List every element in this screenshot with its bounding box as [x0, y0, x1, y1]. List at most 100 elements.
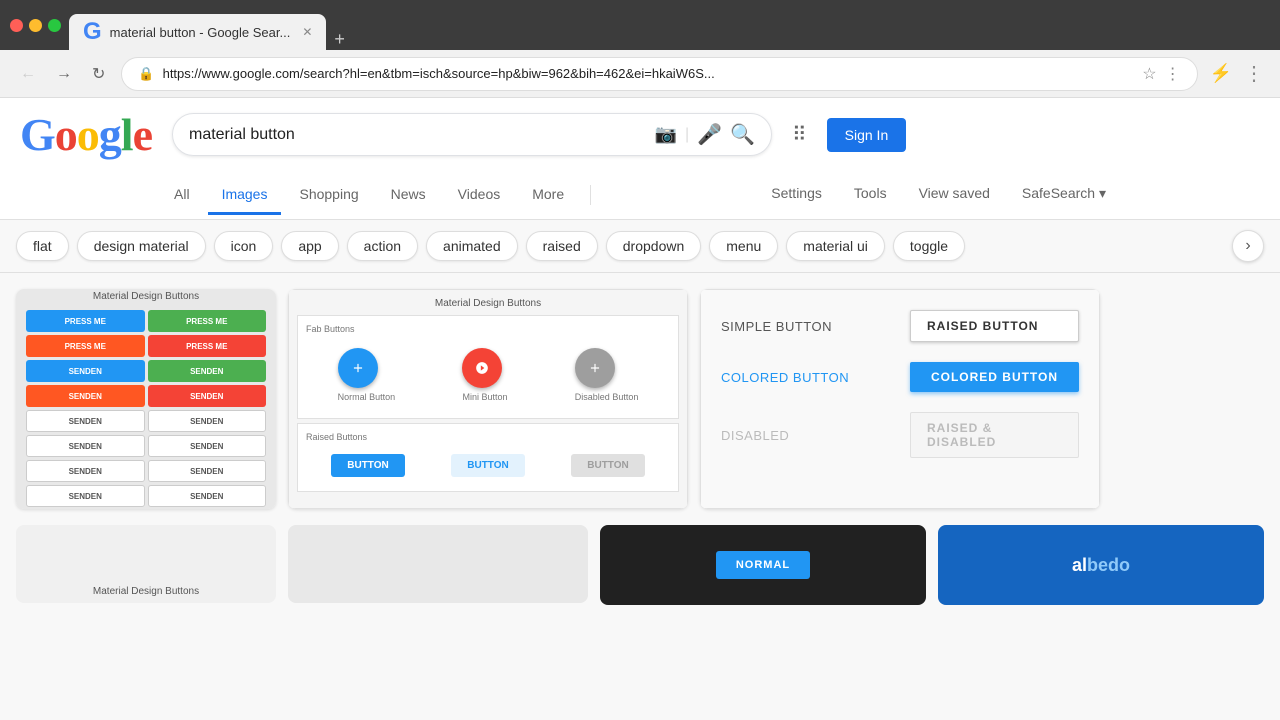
- active-tab[interactable]: G material button - Google Sear... ✕: [69, 14, 326, 50]
- card1-content: Material Design Buttons PRESS ME PRESS M…: [26, 291, 266, 507]
- filter-dropdown[interactable]: dropdown: [606, 231, 702, 261]
- image-card-2[interactable]: Material Design Buttons Fab Buttons Norm…: [288, 289, 688, 509]
- tab-images[interactable]: Images: [208, 176, 282, 215]
- card3-image: SIMPLE BUTTON RAISED BUTTON COLORED BUTT…: [700, 289, 1100, 509]
- filter-icon[interactable]: icon: [214, 231, 274, 261]
- logo-e: e: [133, 109, 152, 160]
- tab-settings[interactable]: Settings: [757, 175, 836, 215]
- bottom-card1-label: Material Design Buttons: [93, 586, 199, 597]
- card1-title: Material Design Buttons: [26, 291, 266, 302]
- image-card-3[interactable]: SIMPLE BUTTON RAISED BUTTON COLORED BUTT…: [700, 289, 1100, 509]
- logo-g: G: [20, 109, 55, 160]
- filter-material-ui[interactable]: material ui: [786, 231, 885, 261]
- fab-title: Fab Buttons: [306, 324, 670, 334]
- address-bar: ← → ↻ 🔒 https://www.google.com/search?hl…: [0, 50, 1280, 98]
- search-icons: 📷 | 🎤 🔍: [655, 122, 755, 147]
- albedo-text-b: bedo: [1087, 555, 1130, 575]
- tab-all[interactable]: All: [160, 176, 204, 215]
- tab-videos[interactable]: Videos: [444, 176, 515, 215]
- divider: |: [685, 126, 689, 144]
- filter-bar: flat design material icon app action ani…: [0, 220, 1280, 273]
- nav-tabs: All Images Shopping News Videos More Set…: [0, 171, 1280, 220]
- nav-right: Settings Tools View saved SafeSearch ▾: [757, 175, 1120, 215]
- fab-item-red: Mini Button: [462, 348, 507, 402]
- back-button[interactable]: ←: [16, 61, 40, 87]
- fab-btn-blue: [338, 348, 378, 388]
- nav-divider: [590, 185, 591, 205]
- tab-view-saved[interactable]: View saved: [905, 175, 1004, 215]
- raised-row: BUTTON BUTTON BUTTON: [306, 448, 670, 483]
- mdb-btn-outline-5: SENDEN: [26, 460, 145, 482]
- google-top-bar: Google 📷 | 🎤 🔍 ⠿ Sign In: [0, 98, 1280, 171]
- tab-news[interactable]: News: [377, 176, 440, 215]
- extensions-icon[interactable]: ⚡: [1210, 63, 1232, 84]
- simple-button-label: SIMPLE BUTTON: [721, 319, 890, 334]
- fab-label-normal: Normal Button: [338, 392, 396, 402]
- search-box[interactable]: 📷 | 🎤 🔍: [172, 113, 772, 156]
- filter-raised[interactable]: raised: [526, 231, 598, 261]
- google-apps-icon[interactable]: ⠿: [792, 122, 807, 147]
- maximize-button[interactable]: [48, 19, 61, 32]
- albedo-logo: albedo: [1064, 547, 1138, 584]
- close-button[interactable]: [10, 19, 23, 32]
- filter-animated[interactable]: animated: [426, 231, 518, 261]
- colored-button[interactable]: COLORED BUTTON: [910, 362, 1079, 392]
- filter-flat[interactable]: flat: [16, 231, 69, 261]
- filter-next-button[interactable]: ›: [1232, 230, 1264, 262]
- mdb-btn-outline-6: SENDEN: [148, 460, 267, 482]
- reload-button[interactable]: ↻: [88, 60, 109, 88]
- card2-title: Material Design Buttons: [297, 298, 679, 309]
- mat-demo-grid: SIMPLE BUTTON RAISED BUTTON COLORED BUTT…: [701, 290, 1099, 478]
- raised-disabled-button: RAISED & DISABLED: [910, 412, 1079, 458]
- bottom-row: Material Design Buttons NORMAL albedo: [0, 525, 1280, 621]
- image-grid: Material Design Buttons PRESS ME PRESS M…: [0, 273, 1280, 525]
- card1-button-grid: PRESS ME PRESS ME PRESS ME PRESS ME SEND…: [26, 310, 266, 507]
- tab-more[interactable]: More: [518, 176, 578, 215]
- mdb-btn-senden-blue: SENDEN: [26, 360, 145, 382]
- star-icon[interactable]: ☆: [1142, 64, 1156, 84]
- fab-item-blue: Normal Button: [338, 348, 396, 402]
- sign-in-button[interactable]: Sign In: [827, 118, 907, 152]
- filter-app[interactable]: app: [281, 231, 338, 261]
- mdb-btn-press-orange: PRESS ME: [26, 335, 145, 357]
- tab-shopping[interactable]: Shopping: [285, 176, 372, 215]
- mdb-btn-outline-7: SENDEN: [26, 485, 145, 507]
- mdb-btn-press-red: PRESS ME: [148, 335, 267, 357]
- search-submit-icon[interactable]: 🔍: [730, 122, 755, 147]
- fab-btn-red: [462, 348, 502, 388]
- mdb-btn-outline-2: SENDEN: [148, 410, 267, 432]
- tab-tools[interactable]: Tools: [840, 175, 901, 215]
- menu-icon[interactable]: ⋮: [1244, 61, 1264, 86]
- search-box-wrapper: 📷 | 🎤 🔍: [172, 113, 772, 156]
- camera-icon[interactable]: 📷: [655, 124, 677, 145]
- fab-row: Normal Button Mini Button Disabled Butto…: [306, 340, 670, 410]
- image-card-1[interactable]: Material Design Buttons PRESS ME PRESS M…: [16, 289, 276, 509]
- mdb-btn-senden-orange: SENDEN: [26, 385, 145, 407]
- raised-section: Raised Buttons BUTTON BUTTON BUTTON: [297, 423, 679, 492]
- custom-tabs-icon[interactable]: ⋮: [1165, 64, 1181, 84]
- mdb-btn-outline-4: SENDEN: [148, 435, 267, 457]
- tab-safesearch[interactable]: SafeSearch ▾: [1008, 175, 1120, 215]
- mic-icon[interactable]: 🎤: [697, 122, 722, 147]
- search-input[interactable]: [189, 126, 645, 144]
- logo-g2: g: [99, 109, 121, 160]
- filter-action[interactable]: action: [347, 231, 418, 261]
- filter-toggle[interactable]: toggle: [893, 231, 965, 261]
- fab-label-disabled: Disabled Button: [575, 392, 639, 402]
- bottom-card-placeholder: Material Design Buttons: [16, 525, 276, 603]
- lock-icon: 🔒: [138, 66, 154, 82]
- filter-menu[interactable]: menu: [709, 231, 778, 261]
- colored-button-text: COLORED BUTTON: [721, 370, 890, 385]
- bottom-card-blue[interactable]: albedo: [938, 525, 1264, 605]
- tab-close-button[interactable]: ✕: [302, 25, 312, 39]
- bottom-card-dark[interactable]: NORMAL: [600, 525, 926, 605]
- new-tab-button[interactable]: +: [326, 29, 353, 50]
- forward-button[interactable]: →: [52, 61, 76, 87]
- url-bar[interactable]: 🔒 https://www.google.com/search?hl=en&tb…: [121, 57, 1197, 91]
- filter-design-material[interactable]: design material: [77, 231, 206, 261]
- mdb-btn-senden-red: SENDEN: [148, 385, 267, 407]
- mdb-btn-senden-green: SENDEN: [148, 360, 267, 382]
- albedo-content: albedo: [1054, 537, 1148, 594]
- minimize-button[interactable]: [29, 19, 42, 32]
- mdb-btn-outline-1: SENDEN: [26, 410, 145, 432]
